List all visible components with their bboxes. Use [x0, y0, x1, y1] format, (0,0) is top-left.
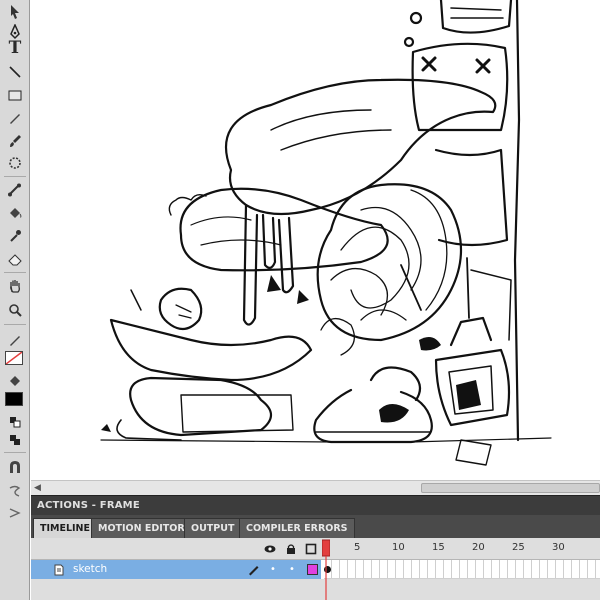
deco-icon[interactable] — [3, 153, 27, 173]
eyedropper-icon[interactable] — [3, 226, 27, 246]
eye-icon[interactable] — [264, 543, 276, 555]
straighten-icon[interactable] — [3, 503, 27, 523]
sketch-drawing — [100, 0, 552, 466]
tools-panel: T — [0, 0, 30, 600]
hand-icon[interactable] — [3, 276, 27, 296]
text-icon[interactable]: T — [3, 38, 27, 58]
swap-colors-icon[interactable] — [3, 430, 27, 450]
snap-magnet-icon[interactable] — [3, 457, 27, 477]
stroke-color-icon[interactable] — [3, 330, 27, 350]
zoom-icon[interactable] — [3, 300, 27, 320]
layer-outline-color[interactable] — [307, 564, 318, 575]
layer-frames[interactable] — [324, 560, 600, 579]
stage-horizontal-scrollbar[interactable]: ◀ — [31, 480, 600, 495]
ruler-label: 30 — [552, 542, 565, 553]
layer-name-cell[interactable]: sketch • • — [31, 560, 321, 579]
default-colors-icon[interactable] — [3, 412, 27, 432]
timeline-tabs: TIMELINE MOTION EDITOR OUTPUT COMPILER E… — [31, 515, 600, 538]
fill-color-swatch[interactable] — [5, 392, 23, 406]
flash-ide: T ◀ ACTIONS - FRAME TIMELINE MOTION EDIT… — [0, 0, 600, 600]
ruler-label: 10 — [392, 542, 405, 553]
actions-panel-header[interactable]: ACTIONS - FRAME — [31, 495, 600, 515]
timeline-empty-area — [31, 579, 600, 600]
outline-icon[interactable] — [305, 543, 317, 555]
visibility-dot[interactable]: • — [270, 564, 276, 575]
ruler-label: 25 — [512, 542, 525, 553]
pencil-icon — [249, 566, 259, 576]
paint-bucket-icon[interactable] — [3, 203, 27, 223]
playhead[interactable] — [322, 538, 330, 600]
brush-icon[interactable] — [3, 131, 27, 151]
frame-ruler[interactable]: 1 5 10 15 20 25 30 — [321, 538, 600, 560]
rectangle-icon[interactable] — [3, 85, 27, 105]
timeline-header: 1 5 10 15 20 25 30 — [31, 538, 600, 560]
stage-canvas[interactable] — [31, 0, 600, 480]
layer-row[interactable]: sketch • • — [31, 560, 600, 579]
fill-color-icon[interactable] — [3, 371, 27, 391]
tab-timeline[interactable]: TIMELINE — [33, 518, 97, 538]
tab-output[interactable]: OUTPUT — [184, 518, 242, 538]
ruler-label: 20 — [472, 542, 485, 553]
subselect-icon[interactable] — [3, 2, 27, 22]
lock-icon[interactable] — [285, 543, 297, 555]
line-icon[interactable] — [3, 62, 27, 82]
smooth-icon[interactable] — [3, 481, 27, 501]
ruler-label: 15 — [432, 542, 445, 553]
bone-icon[interactable] — [3, 180, 27, 200]
eraser-icon[interactable] — [3, 249, 27, 269]
tab-compiler-errors[interactable]: COMPILER ERRORS — [239, 518, 355, 538]
tab-motion-editor[interactable]: MOTION EDITOR — [91, 518, 192, 538]
ruler-label: 5 — [354, 542, 361, 553]
scrollbar-thumb[interactable] — [421, 483, 600, 493]
actions-panel-title: ACTIONS - FRAME — [37, 500, 140, 511]
layer-icon — [54, 564, 64, 576]
layer-name[interactable]: sketch — [73, 563, 107, 575]
stroke-color-swatch[interactable] — [5, 351, 23, 365]
lock-dot[interactable]: • — [289, 564, 295, 575]
scroll-left-icon[interactable]: ◀ — [34, 483, 41, 493]
pencil-icon[interactable] — [3, 108, 27, 128]
